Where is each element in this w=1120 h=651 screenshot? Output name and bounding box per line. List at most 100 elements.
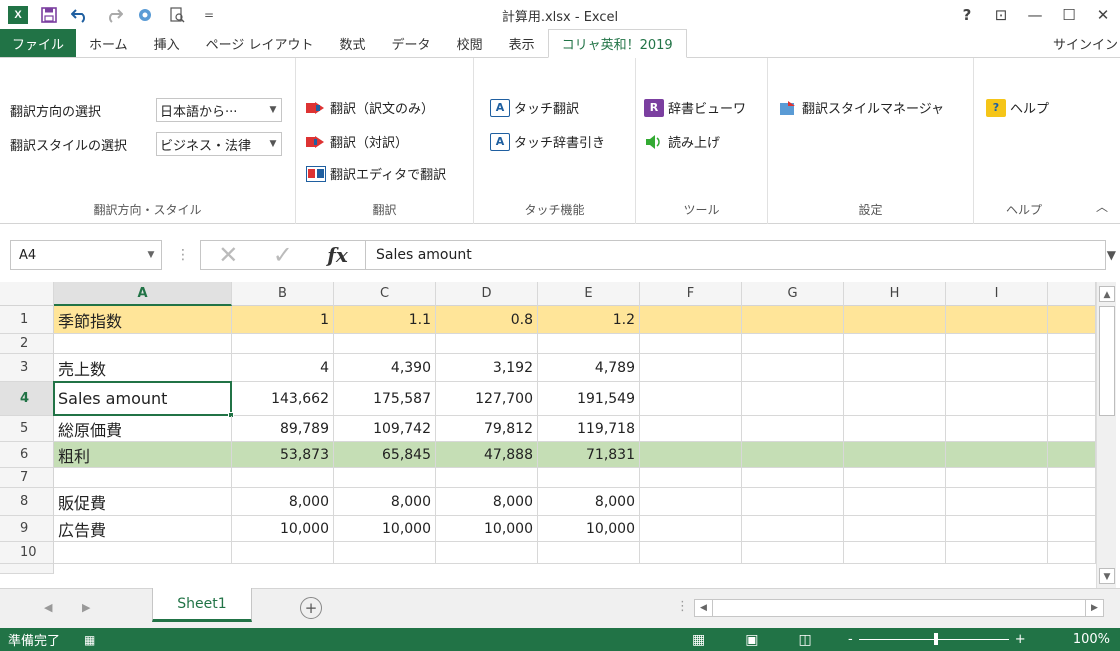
cell[interactable] — [742, 354, 844, 382]
touch-mode-icon[interactable] — [134, 5, 156, 25]
cell[interactable]: 127,700 — [436, 382, 538, 416]
row-header[interactable]: 3 — [0, 354, 54, 382]
help-icon[interactable]: ? — [950, 6, 984, 24]
translate-only-button[interactable]: 翻訳（訳文のみ） — [306, 98, 434, 117]
macro-record-icon[interactable]: ▦ — [84, 633, 95, 647]
read-aloud-button[interactable]: 読み上げ — [644, 132, 720, 151]
close-button[interactable]: ✕ — [1086, 6, 1120, 24]
cell[interactable] — [946, 306, 1048, 334]
row-header[interactable]: 2 — [0, 334, 54, 354]
cell[interactable] — [232, 334, 334, 354]
row-header[interactable]: 8 — [0, 488, 54, 516]
cell[interactable] — [742, 516, 844, 542]
cell[interactable] — [946, 488, 1048, 516]
cell[interactable] — [1048, 306, 1096, 334]
cell[interactable]: 53,873 — [232, 442, 334, 468]
tab-korya-eiwa[interactable]: コリャ英和！2019 — [547, 29, 687, 58]
enter-icon[interactable]: ✓ — [273, 241, 293, 269]
row-header[interactable] — [0, 564, 54, 574]
cell[interactable]: 119,718 — [538, 416, 640, 442]
help-button[interactable]: ? ヘルプ — [986, 98, 1049, 117]
tab-home[interactable]: ホーム — [76, 29, 141, 57]
cell[interactable]: 4 — [232, 354, 334, 382]
style-manager-button[interactable]: 翻訳スタイルマネージャ — [778, 98, 944, 117]
cell[interactable] — [232, 542, 334, 564]
touch-translate-button[interactable]: A タッチ翻訳 — [490, 98, 579, 117]
cell[interactable] — [334, 334, 436, 354]
cell[interactable]: 65,845 — [334, 442, 436, 468]
cell[interactable]: 3,192 — [436, 354, 538, 382]
cell[interactable]: 1 — [232, 306, 334, 334]
column-header[interactable]: G — [742, 282, 844, 306]
minimize-button[interactable]: — — [1018, 6, 1052, 24]
cell[interactable] — [538, 334, 640, 354]
cell[interactable]: 8,000 — [232, 488, 334, 516]
scroll-down-icon[interactable]: ▼ — [1099, 568, 1115, 584]
horizontal-scrollbar[interactable]: ◀ ▶ — [694, 599, 1104, 617]
cell[interactable]: 8,000 — [436, 488, 538, 516]
cell[interactable] — [946, 334, 1048, 354]
cell[interactable] — [1048, 516, 1096, 542]
select-all-corner[interactable] — [0, 282, 54, 306]
cancel-icon[interactable]: ✕ — [218, 241, 238, 269]
row-header[interactable]: 9 — [0, 516, 54, 542]
zoom-knob[interactable] — [933, 633, 938, 645]
cell[interactable]: 71,831 — [538, 442, 640, 468]
cell[interactable]: 191,549 — [538, 382, 640, 416]
direction-select[interactable]: 日本語から··· ▼ — [156, 98, 282, 122]
cell[interactable] — [1048, 334, 1096, 354]
cell[interactable] — [946, 468, 1048, 488]
cell[interactable] — [1048, 382, 1096, 416]
zoom-level[interactable]: 100% — [1073, 632, 1110, 647]
cell[interactable]: 0.8 — [436, 306, 538, 334]
column-header[interactable]: C — [334, 282, 436, 306]
row-header[interactable]: 10 — [0, 542, 54, 564]
tab-data[interactable]: データ — [379, 29, 444, 57]
cell[interactable] — [742, 416, 844, 442]
style-select[interactable]: ビジネス・法律 ▼ — [156, 132, 282, 156]
cell[interactable] — [1048, 354, 1096, 382]
insert-function-icon[interactable]: fx — [327, 243, 348, 267]
collapse-ribbon-icon[interactable]: ︿ — [1096, 198, 1108, 215]
cell[interactable]: 4,789 — [538, 354, 640, 382]
column-header[interactable]: A — [54, 282, 232, 306]
cell[interactable]: 175,587 — [334, 382, 436, 416]
cell[interactable] — [640, 442, 742, 468]
cell[interactable] — [640, 488, 742, 516]
cell[interactable] — [640, 542, 742, 564]
cell[interactable]: 109,742 — [334, 416, 436, 442]
tab-insert[interactable]: 挿入 — [141, 29, 193, 57]
cell[interactable] — [844, 488, 946, 516]
scroll-right-icon[interactable]: ▶ — [1085, 600, 1103, 616]
cell[interactable] — [1048, 542, 1096, 564]
zoom-in-button[interactable]: + — [1015, 632, 1026, 647]
cell[interactable]: 10,000 — [232, 516, 334, 542]
cell[interactable] — [844, 382, 946, 416]
cell[interactable] — [538, 542, 640, 564]
page-layout-view-icon[interactable]: ▣ — [745, 632, 758, 648]
cell[interactable] — [946, 442, 1048, 468]
cell[interactable] — [844, 306, 946, 334]
cell[interactable] — [742, 468, 844, 488]
column-header[interactable]: H — [844, 282, 946, 306]
cell[interactable] — [640, 416, 742, 442]
cell[interactable]: 10,000 — [334, 516, 436, 542]
cell[interactable]: 1.2 — [538, 306, 640, 334]
cell[interactable] — [742, 442, 844, 468]
cell[interactable] — [742, 334, 844, 354]
row-header[interactable]: 6 — [0, 442, 54, 468]
sheet-prev-icon[interactable]: ◀ — [44, 601, 52, 614]
scroll-up-icon[interactable]: ▲ — [1099, 286, 1115, 302]
cell[interactable]: 粗利 — [54, 442, 232, 468]
row-header[interactable]: 7 — [0, 468, 54, 488]
cell[interactable] — [1048, 488, 1096, 516]
cell[interactable] — [946, 416, 1048, 442]
maximize-button[interactable]: ☐ — [1052, 6, 1086, 24]
column-header[interactable]: B — [232, 282, 334, 306]
zoom-track[interactable] — [858, 633, 1009, 645]
cell[interactable]: 4,390 — [334, 354, 436, 382]
cell[interactable] — [54, 542, 232, 564]
column-header[interactable]: D — [436, 282, 538, 306]
name-box[interactable]: A4 ▼ — [10, 240, 162, 270]
zoom-out-button[interactable]: - — [848, 632, 853, 647]
